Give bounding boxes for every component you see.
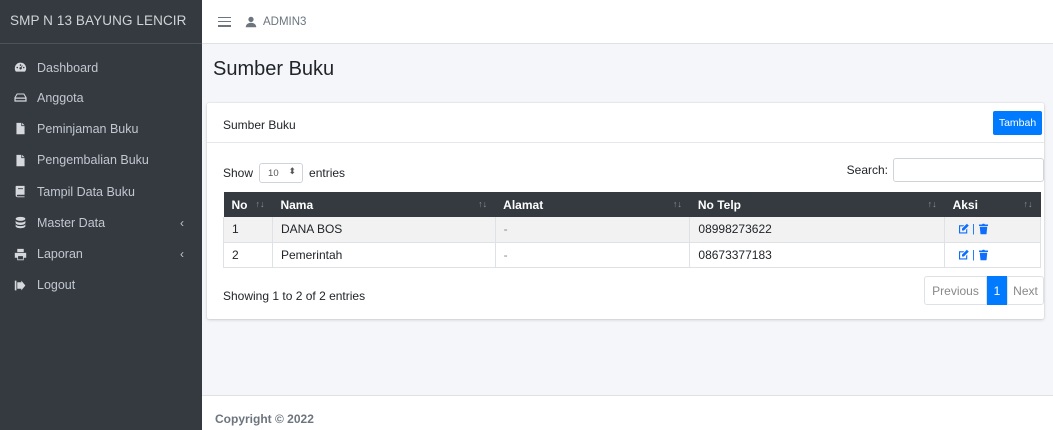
table-header-row: No ↑↓ Nama ↑↓ Alamat ↑↓ No Telp ↑↓ Aksi ↑↓ <box>223 192 1041 217</box>
cell-aksi: | <box>944 217 1041 243</box>
cell-alamat: - <box>495 217 691 243</box>
database-icon <box>12 216 28 230</box>
sidebar-item-label: Dashboard <box>37 60 99 75</box>
search-input[interactable] <box>893 158 1044 182</box>
sidebar-item-label: Pengembalian Buku <box>37 153 149 168</box>
sidebar-item-anggota[interactable]: Anggota <box>0 82 202 113</box>
sidebar-item-tampil-data-buku[interactable]: Tampil Data Buku <box>0 176 202 207</box>
cell-no: 2 <box>223 242 273 268</box>
sidebar-item-label: Laporan <box>37 247 83 262</box>
file-icon <box>12 122 28 136</box>
cell-nama: DANA BOS <box>272 217 496 243</box>
select-arrows-icon: ⬍ <box>288 166 297 176</box>
delete-trash-icon[interactable] <box>977 223 990 235</box>
card-header: Sumber Buku Tambah <box>207 103 1044 143</box>
print-icon <box>12 247 28 261</box>
file-icon <box>12 153 28 167</box>
hamburger-menu-icon[interactable] <box>218 16 231 27</box>
sidebar-item-label: Peminjaman Buku <box>37 121 139 136</box>
pagination-previous[interactable]: Previous <box>924 276 987 305</box>
edit-icon[interactable] <box>957 223 970 235</box>
footer: Copyright © 2022 <box>202 395 1053 430</box>
cell-no: 1 <box>223 217 273 243</box>
pagination-page-1[interactable]: 1 <box>987 276 1007 305</box>
sort-icon: ↑↓ <box>1023 199 1033 209</box>
cell-no-telp: 08673377183 <box>689 242 946 268</box>
column-header-label: No Telp <box>697 197 741 212</box>
sidebar-item-label: Logout <box>37 278 76 293</box>
search-control: Search: <box>847 158 1044 182</box>
sidebar-item-pengembalian-buku[interactable]: Pengembalian Buku <box>0 145 202 176</box>
chevron-left-icon: ‹ <box>180 247 184 262</box>
sidebar-item-logout[interactable]: Logout <box>0 270 202 301</box>
book-icon <box>12 185 28 199</box>
sidebar-item-label: Master Data <box>37 215 106 230</box>
sort-asc-icon: ↑↓ <box>255 199 265 209</box>
column-header-no-telp[interactable]: No Telp ↑↓ <box>690 192 945 217</box>
content-card: Sumber Buku Tambah Show 10 ⬍ entries Sea… <box>207 103 1044 319</box>
row-actions: | <box>953 223 1040 235</box>
sort-icon: ↑↓ <box>927 199 937 209</box>
user-menu[interactable]: ADMIN3 <box>245 16 306 28</box>
page-title: Sumber Buku <box>213 58 335 80</box>
sidebar-item-dashboard[interactable]: Dashboard <box>0 53 202 82</box>
chevron-left-icon: ‹ <box>180 215 184 230</box>
entries-select[interactable]: 10 ⬍ <box>259 163 304 183</box>
brand-title[interactable]: SMP N 13 BAYUNG LENCIR <box>0 0 202 44</box>
sidebar-item-laporan[interactable]: Laporan ‹ <box>0 238 202 269</box>
delete-trash-icon[interactable] <box>977 249 990 261</box>
card-title: Sumber Buku <box>223 118 296 132</box>
table-row: 2 Pemerintah - 08673377183 | <box>223 242 1041 268</box>
row-actions: | <box>953 249 1040 261</box>
pagination-next[interactable]: Next <box>1007 276 1044 305</box>
entries-select-value: 10 <box>268 167 279 179</box>
table-info: Showing 1 to 2 of 2 entries <box>223 289 366 303</box>
sidebar-item-label: Anggota <box>37 90 84 105</box>
edit-icon[interactable] <box>957 249 970 261</box>
column-header-label: No <box>231 197 248 212</box>
sidebar-item-label: Tampil Data Buku <box>37 184 135 199</box>
search-label: Search: <box>846 163 888 177</box>
sort-icon: ↑↓ <box>478 199 488 209</box>
column-header-aksi[interactable]: Aksi ↑↓ <box>945 192 1041 217</box>
top-navbar: ADMIN3 <box>202 0 1053 44</box>
pagination: Previous 1 Next <box>924 276 1044 305</box>
sort-icon: ↑↓ <box>672 199 682 209</box>
data-table: No ↑↓ Nama ↑↓ Alamat ↑↓ No Telp ↑↓ Aksi ↑↓ 1 … <box>223 192 1041 268</box>
sidebar: SMP N 13 BAYUNG LENCIR Dashboard Anggota… <box>0 0 202 430</box>
sidebar-nav: Dashboard Anggota Peminjaman Buku Pengem… <box>0 44 202 301</box>
user-name: ADMIN3 <box>263 15 307 28</box>
sidebar-item-master-data[interactable]: Master Data ‹ <box>0 207 202 238</box>
column-header-label: Aksi <box>952 197 978 212</box>
column-header-alamat[interactable]: Alamat ↑↓ <box>495 192 690 217</box>
sign-out-icon <box>12 278 28 292</box>
sidebar-item-peminjaman-buku[interactable]: Peminjaman Buku <box>0 113 202 144</box>
action-separator: | <box>972 248 975 261</box>
action-separator: | <box>972 223 975 236</box>
user-icon <box>245 16 257 27</box>
column-header-no[interactable]: No ↑↓ <box>224 192 273 217</box>
entries-label: entries <box>309 166 346 180</box>
cell-nama: Pemerintah <box>272 242 496 268</box>
column-header-nama[interactable]: Nama ↑↓ <box>272 192 495 217</box>
table-row: 1 DANA BOS - 08998273622 | <box>223 217 1041 243</box>
copyright-text: Copyright © 2022 <box>215 412 314 426</box>
column-header-label: Alamat <box>503 197 544 212</box>
tachometer-icon <box>12 61 28 75</box>
hdd-icon <box>12 91 28 105</box>
show-label: Show <box>223 166 254 180</box>
cell-aksi: | <box>944 242 1041 268</box>
entries-length-control: Show 10 ⬍ entries <box>223 163 345 183</box>
add-button[interactable]: Tambah <box>993 111 1042 135</box>
cell-no-telp: 08998273622 <box>689 217 946 243</box>
column-header-label: Nama <box>280 197 314 212</box>
cell-alamat: - <box>495 242 691 268</box>
